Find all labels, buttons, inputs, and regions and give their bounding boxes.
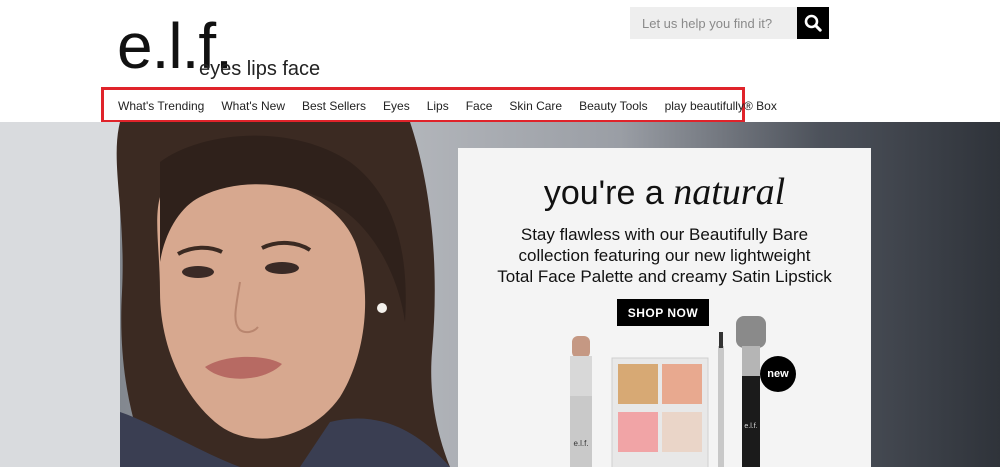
search-button[interactable] <box>797 7 829 39</box>
logo-tagline: eyes lips face <box>199 58 321 80</box>
search-input[interactable] <box>630 7 797 39</box>
svg-text:e.l.f.: e.l.f. <box>573 439 588 448</box>
nav-item-play-beautifully-box[interactable]: play beautifully® Box <box>665 97 777 113</box>
product-lineup-image: e.l.f. e.l.f. <box>570 316 766 467</box>
search-icon <box>804 14 822 32</box>
nav-item-beauty-tools[interactable]: Beauty Tools <box>579 97 648 113</box>
hero-model-photo <box>0 122 450 467</box>
svg-text:e.l.f.: e.l.f. <box>744 423 757 430</box>
nav-item-best-sellers[interactable]: Best Sellers <box>302 97 366 113</box>
nav-item-face[interactable]: Face <box>466 97 493 113</box>
nav-item-skin-care[interactable]: Skin Care <box>509 97 562 113</box>
new-badge: new <box>760 356 796 392</box>
promo-title-emphasis: natural <box>673 171 786 213</box>
nav-item-whats-new[interactable]: What's New <box>221 97 285 113</box>
site-header: e.l.f. eyes lips face What's Trending Wh… <box>0 0 1000 123</box>
hero-banner[interactable]: you're a natural Stay flawless with our … <box>0 122 1000 467</box>
nav-item-lips[interactable]: Lips <box>427 97 449 113</box>
nav-item-eyes[interactable]: Eyes <box>383 97 410 113</box>
promo-title: you're a natural <box>543 171 786 213</box>
nav-item-whats-trending[interactable]: What's Trending <box>118 97 204 113</box>
search-bar <box>630 7 829 39</box>
main-navigation: What's Trending What's New Best Sellers … <box>101 87 777 123</box>
promo-card: you're a natural Stay flawless with our … <box>458 148 871 467</box>
promo-description: Stay flawless with our Beautifully Bare … <box>497 225 832 286</box>
